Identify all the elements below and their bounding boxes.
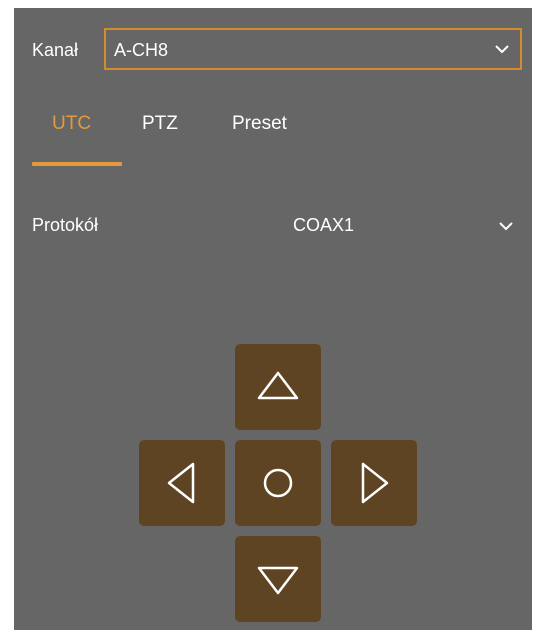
channel-label: Kanał [32, 40, 79, 60]
triangle-left-icon [167, 462, 195, 504]
circle-icon [263, 468, 293, 498]
protocol-label: Protokół [32, 215, 99, 235]
chevron-down-icon [495, 45, 509, 54]
protocol-row: Protokół COAX1 [14, 213, 532, 243]
center-home-button[interactable] [235, 440, 321, 526]
channel-row: Kanał A-CH8 [14, 28, 532, 72]
chevron-down-icon [499, 222, 513, 231]
pan-right-button[interactable] [331, 440, 417, 526]
tab-ptz[interactable]: PTZ [142, 113, 178, 135]
protocol-select-value: COAX1 [293, 215, 355, 235]
utc-control-panel: Kanał A-CH8 UTC PTZ Preset Protokół COAX… [14, 8, 532, 630]
triangle-right-icon [361, 462, 389, 504]
tab-bar: UTC PTZ Preset [14, 113, 532, 173]
active-tab-indicator [32, 162, 122, 166]
protocol-select[interactable]: COAX1 [244, 213, 524, 243]
tab-utc[interactable]: UTC [52, 113, 91, 135]
tab-preset[interactable]: Preset [232, 113, 287, 135]
pan-left-button[interactable] [139, 440, 225, 526]
pan-up-button[interactable] [235, 344, 321, 430]
triangle-down-icon [257, 566, 299, 595]
pan-down-button[interactable] [235, 536, 321, 622]
channel-select-value: A-CH8 [114, 40, 169, 60]
triangle-up-icon [257, 371, 299, 400]
channel-select[interactable]: A-CH8 [104, 28, 522, 70]
